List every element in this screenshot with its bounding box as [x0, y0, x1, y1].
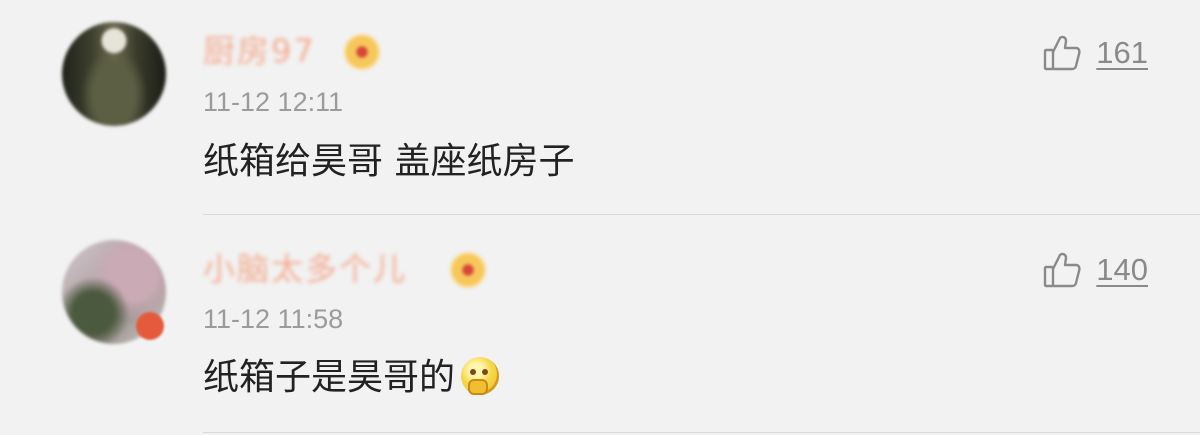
vip-badge-icon	[344, 34, 380, 70]
comment-text: 纸箱子是昊哥的	[203, 356, 500, 400]
like-count[interactable]: 140	[1096, 250, 1148, 290]
avatar[interactable]	[62, 22, 166, 126]
divider	[203, 214, 1200, 215]
divider	[203, 432, 1200, 433]
comment-item: 小脑太多个儿 11-12 11:58 纸箱子是昊哥的 140	[0, 216, 1200, 435]
thumbs-up-icon[interactable]	[1042, 33, 1082, 73]
comment-text-content: 纸箱子是昊哥的	[203, 357, 456, 398]
like-button[interactable]: 161	[1042, 33, 1148, 73]
comment-timestamp: 11-12 11:58	[203, 304, 344, 334]
comment-item: 厨房97 11-12 12:11 纸箱给昊哥 盖座纸房子 161	[0, 0, 1200, 216]
thinking-emoji-icon	[461, 357, 500, 395]
comment-timestamp: 11-12 12:11	[203, 87, 344, 117]
like-count[interactable]: 161	[1096, 33, 1148, 73]
vip-badge-icon	[450, 252, 486, 288]
avatar-badge-icon	[136, 312, 164, 340]
comment-text: 纸箱给昊哥 盖座纸房子	[203, 141, 575, 182]
like-button[interactable]: 140	[1042, 250, 1148, 290]
username[interactable]: 小脑太多个儿	[203, 249, 407, 289]
thumbs-up-icon[interactable]	[1042, 250, 1082, 290]
username[interactable]: 厨房97	[203, 31, 316, 71]
